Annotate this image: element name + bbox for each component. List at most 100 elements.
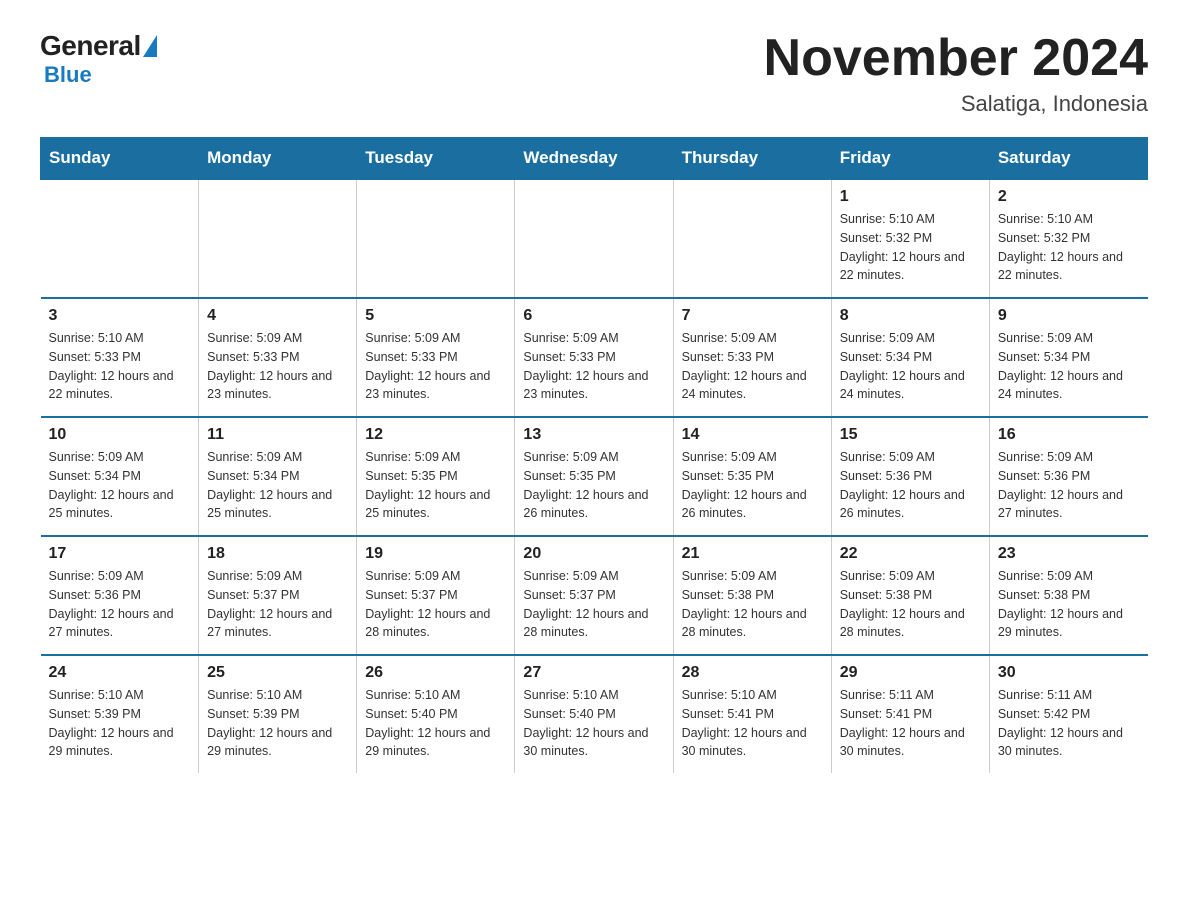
day-sun-info: Sunrise: 5:09 AM Sunset: 5:37 PM Dayligh… <box>207 567 348 642</box>
day-number: 17 <box>49 545 191 563</box>
day-number: 11 <box>207 426 348 444</box>
weekday-header-saturday: Saturday <box>989 138 1147 180</box>
calendar-cell: 13 Sunrise: 5:09 AM Sunset: 5:35 PM Dayli… <box>515 417 673 536</box>
day-number: 10 <box>49 426 191 444</box>
calendar-cell: 9Sunrise: 5:09 AM Sunset: 5:34 PM Daylig… <box>989 298 1147 417</box>
calendar-cell: 15 Sunrise: 5:09 AM Sunset: 5:36 PM Dayli… <box>831 417 989 536</box>
day-number: 14 <box>682 426 823 444</box>
day-sun-info: Sunrise: 5:09 AM Sunset: 5:33 PM Dayligh… <box>682 329 823 404</box>
day-sun-info: Sunrise: 5:10 AM Sunset: 5:40 PM Dayligh… <box>523 686 664 761</box>
day-number: 1 <box>840 188 981 206</box>
calendar-cell: 10 Sunrise: 5:09 AM Sunset: 5:34 PM Dayli… <box>41 417 199 536</box>
calendar-cell: 6 Sunrise: 5:09 AM Sunset: 5:33 PM Daylig… <box>515 298 673 417</box>
calendar-cell: 28 Sunrise: 5:10 AM Sunset: 5:41 PM Dayli… <box>673 655 831 773</box>
calendar-cell: 19 Sunrise: 5:09 AM Sunset: 5:37 PM Dayli… <box>357 536 515 655</box>
calendar-cell <box>673 179 831 298</box>
calendar-cell: 23 Sunrise: 5:09 AM Sunset: 5:38 PM Dayli… <box>989 536 1147 655</box>
day-sun-info: Sunrise: 5:09 AM Sunset: 5:36 PM Dayligh… <box>998 448 1140 523</box>
day-sun-info: Sunrise: 5:09 AM Sunset: 5:35 PM Dayligh… <box>365 448 506 523</box>
logo-general-text: General <box>40 30 141 62</box>
weekday-header-monday: Monday <box>199 138 357 180</box>
day-sun-info: Sunrise: 5:10 AM Sunset: 5:32 PM Dayligh… <box>840 210 981 285</box>
day-sun-info: Sunrise: 5:09 AM Sunset: 5:35 PM Dayligh… <box>523 448 664 523</box>
calendar-cell: 25 Sunrise: 5:10 AM Sunset: 5:39 PM Dayli… <box>199 655 357 773</box>
calendar-cell: 24Sunrise: 5:10 AM Sunset: 5:39 PM Dayli… <box>41 655 199 773</box>
day-sun-info: Sunrise: 5:09 AM Sunset: 5:38 PM Dayligh… <box>682 567 823 642</box>
calendar-cell: 26Sunrise: 5:10 AM Sunset: 5:40 PM Dayli… <box>357 655 515 773</box>
calendar-cell: 12 Sunrise: 5:09 AM Sunset: 5:35 PM Dayli… <box>357 417 515 536</box>
day-number: 12 <box>365 426 506 444</box>
day-sun-info: Sunrise: 5:09 AM Sunset: 5:37 PM Dayligh… <box>365 567 506 642</box>
calendar-cell <box>357 179 515 298</box>
calendar-cell <box>199 179 357 298</box>
calendar-cell: 22 Sunrise: 5:09 AM Sunset: 5:38 PM Dayli… <box>831 536 989 655</box>
calendar-cell: 17 Sunrise: 5:09 AM Sunset: 5:36 PM Dayli… <box>41 536 199 655</box>
day-sun-info: Sunrise: 5:09 AM Sunset: 5:35 PM Dayligh… <box>682 448 823 523</box>
day-number: 15 <box>840 426 981 444</box>
day-number: 27 <box>523 664 664 682</box>
calendar-cell: 21 Sunrise: 5:09 AM Sunset: 5:38 PM Dayli… <box>673 536 831 655</box>
calendar-cell: 5 Sunrise: 5:09 AM Sunset: 5:33 PM Daylig… <box>357 298 515 417</box>
day-number: 20 <box>523 545 664 563</box>
day-number: 28 <box>682 664 823 682</box>
calendar-table: SundayMondayTuesdayWednesdayThursdayFrid… <box>40 137 1148 773</box>
weekday-header-thursday: Thursday <box>673 138 831 180</box>
logo-blue-text: Blue <box>44 62 92 88</box>
weekday-header-sunday: Sunday <box>41 138 199 180</box>
day-sun-info: Sunrise: 5:09 AM Sunset: 5:38 PM Dayligh… <box>998 567 1140 642</box>
location-subtitle: Salatiga, Indonesia <box>764 91 1148 117</box>
calendar-cell: 29Sunrise: 5:11 AM Sunset: 5:41 PM Dayli… <box>831 655 989 773</box>
day-number: 26 <box>365 664 506 682</box>
calendar-cell: 27 Sunrise: 5:10 AM Sunset: 5:40 PM Dayli… <box>515 655 673 773</box>
day-sun-info: Sunrise: 5:09 AM Sunset: 5:34 PM Dayligh… <box>49 448 191 523</box>
day-sun-info: Sunrise: 5:09 AM Sunset: 5:34 PM Dayligh… <box>207 448 348 523</box>
day-number: 18 <box>207 545 348 563</box>
day-sun-info: Sunrise: 5:09 AM Sunset: 5:34 PM Dayligh… <box>998 329 1140 404</box>
week-row-4: 17 Sunrise: 5:09 AM Sunset: 5:36 PM Dayli… <box>41 536 1148 655</box>
calendar-cell: 30Sunrise: 5:11 AM Sunset: 5:42 PM Dayli… <box>989 655 1147 773</box>
day-sun-info: Sunrise: 5:09 AM Sunset: 5:37 PM Dayligh… <box>523 567 664 642</box>
calendar-cell: 7Sunrise: 5:09 AM Sunset: 5:33 PM Daylig… <box>673 298 831 417</box>
day-number: 21 <box>682 545 823 563</box>
day-number: 29 <box>840 664 981 682</box>
day-sun-info: Sunrise: 5:10 AM Sunset: 5:39 PM Dayligh… <box>207 686 348 761</box>
day-number: 19 <box>365 545 506 563</box>
header: General Blue November 2024 Salatiga, Ind… <box>40 30 1148 117</box>
day-number: 5 <box>365 307 506 325</box>
day-sun-info: Sunrise: 5:09 AM Sunset: 5:33 PM Dayligh… <box>365 329 506 404</box>
month-year-title: November 2024 <box>764 30 1148 87</box>
calendar-cell: 18 Sunrise: 5:09 AM Sunset: 5:37 PM Dayli… <box>199 536 357 655</box>
weekday-header-tuesday: Tuesday <box>357 138 515 180</box>
day-number: 6 <box>523 307 664 325</box>
day-number: 30 <box>998 664 1140 682</box>
weekday-header-wednesday: Wednesday <box>515 138 673 180</box>
day-sun-info: Sunrise: 5:09 AM Sunset: 5:33 PM Dayligh… <box>207 329 348 404</box>
calendar-cell: 2Sunrise: 5:10 AM Sunset: 5:32 PM Daylig… <box>989 179 1147 298</box>
day-sun-info: Sunrise: 5:09 AM Sunset: 5:33 PM Dayligh… <box>523 329 664 404</box>
day-sun-info: Sunrise: 5:10 AM Sunset: 5:41 PM Dayligh… <box>682 686 823 761</box>
day-number: 25 <box>207 664 348 682</box>
weekday-header-friday: Friday <box>831 138 989 180</box>
day-sun-info: Sunrise: 5:09 AM Sunset: 5:36 PM Dayligh… <box>840 448 981 523</box>
day-number: 23 <box>998 545 1140 563</box>
day-number: 8 <box>840 307 981 325</box>
calendar-cell: 20 Sunrise: 5:09 AM Sunset: 5:37 PM Dayli… <box>515 536 673 655</box>
calendar-cell: 11 Sunrise: 5:09 AM Sunset: 5:34 PM Dayli… <box>199 417 357 536</box>
calendar-cell: 8Sunrise: 5:09 AM Sunset: 5:34 PM Daylig… <box>831 298 989 417</box>
day-number: 2 <box>998 188 1140 206</box>
day-sun-info: Sunrise: 5:10 AM Sunset: 5:39 PM Dayligh… <box>49 686 191 761</box>
logo: General Blue <box>40 30 157 88</box>
day-number: 3 <box>49 307 191 325</box>
calendar-cell <box>515 179 673 298</box>
day-sun-info: Sunrise: 5:09 AM Sunset: 5:36 PM Dayligh… <box>49 567 191 642</box>
day-number: 13 <box>523 426 664 444</box>
logo-triangle-icon <box>143 35 157 57</box>
day-number: 22 <box>840 545 981 563</box>
week-row-1: 1 Sunrise: 5:10 AM Sunset: 5:32 PM Daylig… <box>41 179 1148 298</box>
day-sun-info: Sunrise: 5:10 AM Sunset: 5:33 PM Dayligh… <box>49 329 191 404</box>
title-area: November 2024 Salatiga, Indonesia <box>764 30 1148 117</box>
calendar-cell: 4Sunrise: 5:09 AM Sunset: 5:33 PM Daylig… <box>199 298 357 417</box>
day-sun-info: Sunrise: 5:09 AM Sunset: 5:38 PM Dayligh… <box>840 567 981 642</box>
week-row-5: 24Sunrise: 5:10 AM Sunset: 5:39 PM Dayli… <box>41 655 1148 773</box>
day-number: 16 <box>998 426 1140 444</box>
